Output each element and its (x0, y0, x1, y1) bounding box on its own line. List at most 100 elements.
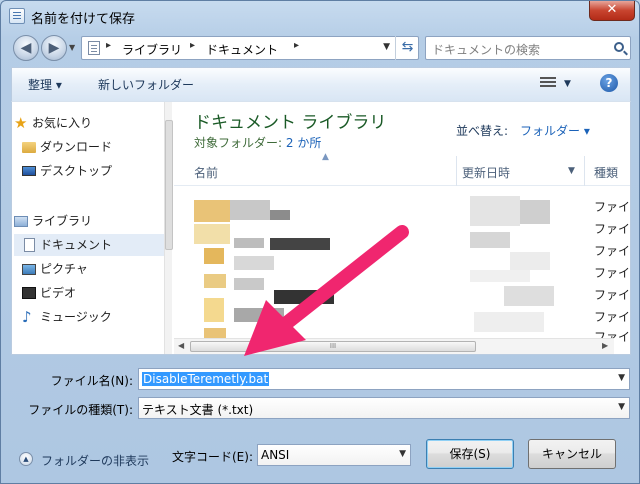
file-name-blurred (234, 278, 264, 290)
library-subtitle-prefix: 対象フォルダー: (194, 136, 283, 150)
scroll-right-icon[interactable]: ▶ (602, 341, 608, 350)
location-icon (88, 41, 100, 55)
file-name-blurred (270, 210, 290, 220)
sidebar-item-label: ミュージック (40, 310, 112, 324)
view-dropdown-icon[interactable]: ▼ (564, 79, 571, 89)
library-title: ドキュメント ライブラリ (194, 113, 387, 133)
sidebar-item-downloads[interactable]: ダウンロード (22, 136, 172, 158)
address-bar[interactable]: ▸ ライブラリ ▸ ドキュメント ▸ ▼ (81, 36, 419, 60)
column-header-date[interactable]: 更新日時 (462, 164, 510, 181)
column-header-name[interactable]: 名前 (194, 164, 218, 181)
navigation-pane: ★ お気に入り ダウンロード デスクトップ ライブラリ ドキュメント ピクチャ … (12, 102, 173, 354)
filename-label: ファイル名(N): (50, 374, 133, 388)
filename-input[interactable]: DisableTeremetly.bat ▼ (138, 368, 630, 390)
file-icon (204, 248, 224, 264)
star-icon: ★ (14, 114, 28, 132)
sidebar-item-documents[interactable]: ドキュメント (14, 234, 164, 256)
column-filter-icon[interactable]: ▼ (568, 166, 575, 176)
breadcrumb-separator-icon[interactable]: ▸ (106, 40, 111, 51)
library-locations-link[interactable]: 2 か所 (286, 136, 321, 150)
desktop-icon (22, 166, 36, 176)
breadcrumb-documents[interactable]: ドキュメント (206, 41, 278, 58)
back-button[interactable]: ◀ (13, 35, 39, 61)
encoding-select[interactable]: ANSI ▼ (257, 444, 411, 466)
view-options-icon[interactable] (540, 77, 556, 89)
file-date-blurred (520, 200, 550, 224)
horizontal-scroll-thumb[interactable]: III (190, 341, 476, 352)
column-divider[interactable] (584, 156, 585, 186)
navigation-scrollbar[interactable] (164, 102, 173, 354)
breadcrumb-separator-icon[interactable]: ▸ (190, 40, 195, 51)
collapse-icon: ▲ (19, 452, 33, 466)
sidebar-item-label: お気に入り (32, 116, 93, 130)
file-type-cell: ファイ (594, 200, 631, 214)
file-type-cell: ファイ (594, 266, 631, 280)
file-type-cell: ファイ (594, 244, 631, 258)
cancel-button[interactable]: キャンセル (528, 439, 616, 469)
column-header-row: ▲ 名前 更新日時 ▼ 種類 (174, 152, 630, 186)
file-icon (194, 200, 230, 222)
column-divider[interactable] (456, 156, 457, 186)
breadcrumb-separator-icon[interactable]: ▸ (294, 40, 299, 51)
organize-button[interactable]: 整理 ▾ (28, 76, 62, 93)
sort-dropdown[interactable]: フォルダー ▾ (520, 122, 590, 139)
sidebar-item-pictures[interactable]: ピクチャ (22, 258, 172, 280)
file-name-blurred (274, 290, 334, 304)
picture-icon (22, 264, 36, 275)
history-dropdown-icon[interactable]: ▼ (69, 43, 75, 52)
scroll-left-icon[interactable]: ◀ (178, 341, 184, 350)
file-date-blurred (470, 270, 530, 282)
filetype-value: テキスト文書 (*.txt) (142, 403, 254, 417)
column-header-type[interactable]: 種類 (594, 164, 618, 181)
command-bar: 整理 ▾ 新しいフォルダー ▼ ? (11, 67, 631, 101)
download-folder-icon (22, 142, 36, 153)
sidebar-item-label: デスクトップ (40, 164, 113, 178)
file-date-blurred (470, 196, 520, 226)
search-icon[interactable] (614, 42, 624, 52)
encoding-label: 文字コード(E): (172, 450, 253, 464)
library-icon (14, 216, 28, 227)
file-date-blurred (504, 286, 554, 306)
file-icon (204, 274, 226, 288)
window-title: 名前を付けて保存 (31, 12, 136, 27)
notepad-icon (9, 8, 25, 24)
sidebar-item-libraries[interactable]: ライブラリ (14, 210, 164, 232)
address-dropdown-icon[interactable]: ▼ (383, 42, 390, 52)
sort-label: 並べ替え: (456, 124, 509, 138)
hide-folders-label: フォルダーの非表示 (41, 454, 150, 468)
sidebar-item-favorites[interactable]: ★ お気に入り (14, 112, 164, 134)
library-subtitle: 対象フォルダー: 2 か所 (194, 134, 321, 151)
breadcrumb-libraries[interactable]: ライブラリ (122, 41, 182, 58)
new-folder-button[interactable]: 新しいフォルダー (98, 76, 194, 93)
forward-button[interactable]: ▶ (41, 35, 67, 61)
encoding-dropdown-icon[interactable]: ▼ (399, 449, 406, 459)
save-button[interactable]: 保存(S) (426, 439, 514, 469)
filetype-dropdown-icon[interactable]: ▼ (618, 402, 625, 412)
horizontal-scrollbar[interactable]: ◀ III ▶ (174, 338, 614, 354)
video-icon (22, 287, 36, 299)
navigation-scroll-thumb[interactable] (165, 120, 173, 250)
filename-dropdown-icon[interactable]: ▼ (618, 373, 625, 383)
close-button[interactable]: ✕ (589, 1, 635, 21)
sidebar-item-videos[interactable]: ビデオ (22, 282, 172, 304)
sidebar-item-label: ライブラリ (32, 214, 93, 228)
file-type-cell: ファイ (594, 288, 631, 302)
file-name-blurred (234, 238, 264, 248)
refresh-icon[interactable]: ⇆ (395, 36, 419, 60)
document-icon (24, 238, 35, 252)
sidebar-item-music[interactable]: ♪ ミュージック (22, 306, 172, 328)
sidebar-item-label: ビデオ (40, 286, 77, 300)
search-placeholder: ドキュメントの検索 (432, 43, 541, 57)
filetype-label: ファイルの種類(T): (28, 403, 133, 417)
music-icon: ♪ (22, 308, 32, 326)
sidebar-item-label: ドキュメント (40, 238, 113, 252)
file-date-blurred (510, 252, 550, 270)
file-icon (204, 328, 226, 338)
search-input[interactable]: ドキュメントの検索 (425, 36, 631, 60)
file-type-cell: ファイ (594, 222, 631, 236)
help-icon[interactable]: ? (600, 74, 618, 92)
file-name-blurred (230, 200, 270, 220)
title-bar: 名前を付けて保存 ✕ (1, 1, 640, 31)
filetype-select[interactable]: テキスト文書 (*.txt) ▼ (138, 397, 630, 419)
sidebar-item-desktop[interactable]: デスクトップ (22, 160, 172, 182)
